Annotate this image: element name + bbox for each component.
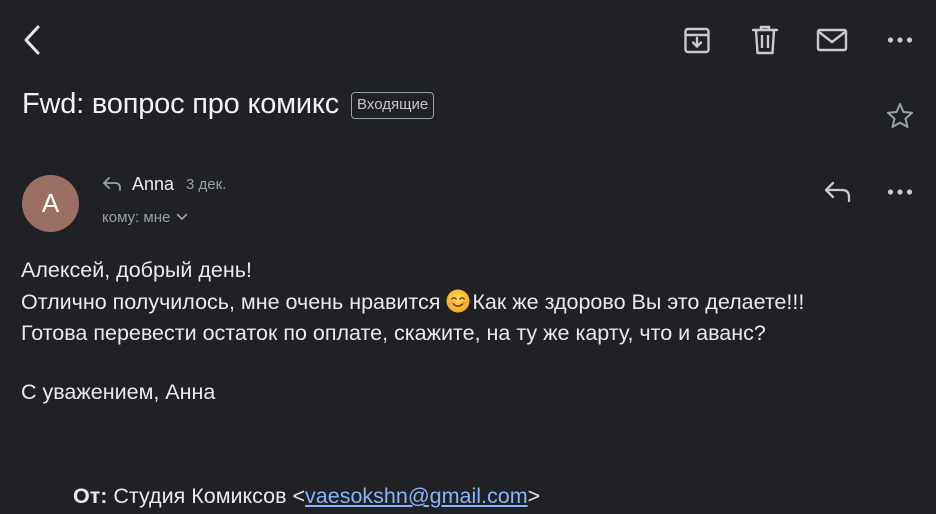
forwarded-from-label: От: (73, 484, 108, 508)
forwarded-from-email-link[interactable]: vaesokshn@gmail.com (305, 484, 528, 508)
sender-line: Anna 3 дек. (102, 172, 226, 196)
forwarded-from-line: От: Студия Комиксов <vaesokshn@gmail.com… (73, 484, 540, 509)
message-more-options-button[interactable] (880, 172, 920, 212)
archive-icon (682, 25, 712, 55)
more-horizontal-icon (887, 188, 913, 196)
recipient-text: кому: мне (102, 208, 171, 226)
recipient-details-toggle[interactable]: кому: мне (102, 206, 188, 228)
email-date: 3 дек. (186, 176, 227, 193)
chevron-down-icon (176, 213, 188, 221)
body-signature: С уважением, Анна (21, 379, 216, 404)
email-body: Алексей, добрый день! Отлично получилось… (21, 255, 921, 408)
sender-name: Anna (132, 173, 175, 194)
avatar-letter: A (41, 188, 60, 218)
body-text-after-emoji: Как же здорово Вы это делаете!!! (472, 289, 805, 314)
more-options-button[interactable] (880, 20, 920, 60)
reply-button[interactable] (818, 172, 858, 212)
inbox-label-chip[interactable]: Входящие (351, 92, 435, 119)
smiling-face-emoji-icon (446, 289, 470, 313)
body-greeting: Алексей, добрый день! (21, 258, 252, 282)
chevron-left-icon (22, 24, 42, 56)
body-paragraph: Отлично получилось, мне очень нравится К… (21, 287, 921, 319)
subject-row: Fwd: вопрос про комикс Входящие (22, 88, 435, 121)
forwarded-from-close: > (527, 484, 541, 508)
star-button[interactable] (880, 96, 920, 136)
star-outline-icon (885, 101, 915, 131)
email-subject: Fwd: вопрос про комикс (22, 88, 340, 120)
reply-arrow-icon (102, 176, 122, 192)
more-horizontal-icon (887, 36, 913, 44)
archive-button[interactable] (678, 20, 716, 60)
mark-unread-button[interactable] (812, 20, 852, 60)
trash-icon (751, 24, 779, 56)
delete-button[interactable] (746, 20, 784, 60)
body-payment-question: Готова перевести остаток по оплате, скаж… (21, 321, 766, 345)
sender-avatar[interactable]: A (22, 175, 79, 232)
body-text-before-emoji: Отлично получилось, мне очень нравится (21, 289, 447, 314)
reply-icon (823, 180, 853, 204)
back-button[interactable] (14, 20, 50, 60)
envelope-icon (816, 27, 848, 53)
forwarded-from-name: Студия Комиксов < (107, 484, 306, 508)
